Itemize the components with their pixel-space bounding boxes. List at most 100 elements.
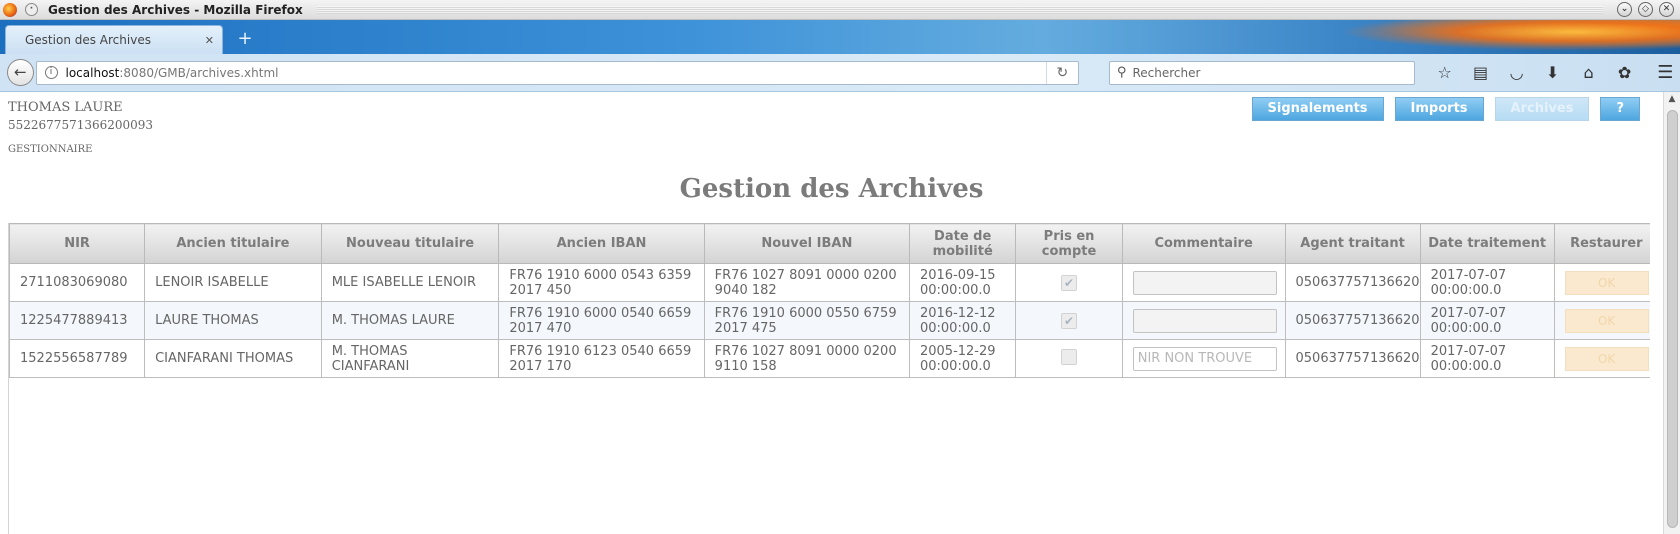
header-agent-traitant[interactable]: Agent traitant [1284, 223, 1421, 264]
header-ancien-iban[interactable]: Ancien IBAN [498, 223, 705, 264]
cell-pris-en-compte: ✔ [1015, 263, 1123, 302]
cell-nouveau-titulaire: M. THOMAS LAURE [320, 301, 500, 340]
cell-restaurer: OK [1553, 263, 1650, 302]
signalements-button[interactable]: Signalements [1251, 97, 1384, 121]
firefox-logo-icon [3, 2, 17, 17]
help-button[interactable]: ? [1600, 97, 1640, 121]
maximize-icon[interactable]: ◇ [1638, 2, 1653, 17]
tab-gestion-archives[interactable]: Gestion des Archives ✕ [5, 25, 223, 54]
table-row: 2711083069080 LENOIR ISABELLE MLE ISABEL… [9, 263, 1650, 302]
tab-strip: Gestion des Archives ✕ + [0, 20, 1680, 54]
close-window-icon[interactable]: ✕ [1659, 2, 1674, 17]
url-path: :8080/GMB/archives.xhtml [119, 65, 279, 80]
download-icon[interactable]: ⬇ [1535, 59, 1571, 87]
search-placeholder: Rechercher [1132, 65, 1201, 80]
commentaire-field[interactable] [1132, 346, 1277, 371]
header-date-traitement[interactable]: Date traitement [1419, 223, 1555, 264]
tab-label: Gestion des Archives [25, 33, 151, 47]
header-date-mobilite[interactable]: Date de mobilité [908, 223, 1017, 264]
header-nouvel-iban[interactable]: Nouvel IBAN [703, 223, 910, 264]
reload-icon[interactable]: ↻ [1045, 61, 1078, 84]
header-commentaire[interactable]: Commentaire [1121, 223, 1286, 264]
extension-icon[interactable]: ✿ [1607, 59, 1643, 87]
search-input[interactable]: ⚲ Rechercher [1108, 60, 1415, 85]
header-ancien-titulaire[interactable]: Ancien titulaire [144, 223, 322, 264]
table-row: 1225477889413 LAURE THOMAS M. THOMAS LAU… [9, 301, 1650, 340]
cell-nouvel-iban: FR76 1027 8091 0000 0200 9040 182 [703, 263, 910, 302]
cell-ancien-titulaire: CIANFARANI THOMAS [144, 339, 322, 378]
cell-date-traitement: 2017-07-07 00:00:00.0 [1419, 339, 1555, 378]
cell-agent-traitant: 0506377571366200 [1284, 263, 1421, 302]
cell-date-mobilite: 2016-09-15 00:00:00.0 [908, 263, 1017, 302]
new-tab-icon[interactable]: + [234, 28, 256, 50]
window-titlebar: · Gestion des Archives - Mozilla Firefox… [0, 0, 1680, 20]
home-icon[interactable]: ⌂ [1571, 59, 1607, 87]
bookmark-star-icon[interactable]: ☆ [1427, 59, 1463, 87]
bookmarks-list-icon[interactable]: ▤ [1463, 59, 1499, 87]
cell-restaurer: OK [1553, 339, 1650, 378]
table-header-row: NIR Ancien titulaire Nouveau titulaire A… [9, 223, 1650, 264]
titlebar-grip [316, 5, 1603, 14]
header-pris-en-compte[interactable]: Pris en compte [1015, 223, 1123, 264]
cell-ancien-iban: FR76 1910 6123 0540 6659 2017 170 [498, 339, 705, 378]
archives-table: NIR Ancien titulaire Nouveau titulaire A… [9, 223, 1650, 378]
hamburger-menu-icon[interactable]: ☰ [1651, 59, 1680, 87]
cell-nouveau-titulaire: MLE ISABELLE LENOIR [320, 263, 500, 302]
site-info-icon[interactable]: i [44, 66, 58, 79]
restaurer-ok-button[interactable]: OK [1564, 270, 1649, 295]
cell-ancien-titulaire: LAURE THOMAS [144, 301, 322, 340]
header-restaurer[interactable]: Restaurer [1553, 223, 1650, 264]
pris-en-compte-checkbox [1061, 348, 1078, 365]
header-nir[interactable]: NIR [9, 223, 146, 264]
commentaire-field[interactable] [1132, 308, 1277, 333]
cell-nouveau-titulaire: M. THOMAS CIANFARANI [320, 339, 500, 378]
cell-pris-en-compte: ✔ [1015, 301, 1123, 340]
pris-en-compte-checkbox: ✔ [1061, 312, 1078, 329]
archives-button: Archives [1494, 97, 1590, 121]
cell-nir: 1522556587789 [9, 339, 146, 378]
cell-pris-en-compte [1015, 339, 1123, 378]
imports-button[interactable]: Imports [1394, 97, 1484, 121]
cell-commentaire [1121, 263, 1286, 302]
cell-commentaire [1121, 339, 1286, 378]
window-title: Gestion des Archives - Mozilla Firefox [48, 2, 303, 17]
cell-ancien-iban: FR76 1910 6000 0540 6659 2017 470 [498, 301, 705, 340]
url-bar[interactable]: i localhost :8080/GMB/archives.xhtml ↻ [35, 60, 1079, 85]
cell-nouvel-iban: FR76 1027 8091 0000 0200 9110 158 [703, 339, 910, 378]
cell-nir: 2711083069080 [9, 263, 146, 302]
pocket-icon[interactable]: ◡ [1499, 59, 1535, 87]
header-nouveau-titulaire[interactable]: Nouveau titulaire [320, 223, 500, 264]
commentaire-field[interactable] [1132, 270, 1277, 295]
cell-date-traitement: 2017-07-07 00:00:00.0 [1419, 301, 1555, 340]
search-icon: ⚲ [1116, 65, 1127, 80]
user-role: GESTIONNAIRE [8, 144, 93, 155]
firefox-theme-artwork [1300, 20, 1680, 54]
restaurer-ok-button[interactable]: OK [1564, 346, 1649, 371]
restaurer-ok-button[interactable]: OK [1564, 308, 1649, 333]
user-id: 5522677571366200093 [8, 118, 154, 132]
cell-nir: 1225477889413 [9, 301, 146, 340]
cell-agent-traitant: 0506377571366200 [1284, 339, 1421, 378]
vertical-scrollbar[interactable]: ▲ [1663, 92, 1680, 534]
minimize-icon[interactable]: ⌄ [1617, 2, 1632, 17]
app-navigation: Signalements Imports Archives ? [1251, 97, 1640, 121]
cell-commentaire [1121, 301, 1286, 340]
cell-ancien-iban: FR76 1910 6000 0543 6359 2017 450 [498, 263, 705, 302]
back-arrow-icon[interactable]: ← [7, 59, 34, 86]
url-host: localhost [65, 65, 120, 80]
scroll-up-arrow-icon[interactable]: ▲ [1667, 95, 1677, 104]
archives-table-container: NIR Ancien titulaire Nouveau titulaire A… [8, 223, 1650, 534]
user-name: THOMAS LAURE [8, 100, 123, 115]
pin-icon[interactable]: · [25, 3, 38, 16]
table-row: 1522556587789 CIANFARANI THOMAS M. THOMA… [9, 339, 1650, 378]
scrollbar-thumb[interactable] [1667, 110, 1678, 528]
cell-nouvel-iban: FR76 1910 6000 0550 6759 2017 475 [703, 301, 910, 340]
tab-close-icon[interactable]: ✕ [205, 34, 214, 47]
page-title: Gestion des Archives [679, 174, 984, 204]
cell-agent-traitant: 0506377571366200 [1284, 301, 1421, 340]
cell-restaurer: OK [1553, 301, 1650, 340]
navigation-bar: ← i localhost :8080/GMB/archives.xhtml ↻… [0, 54, 1680, 92]
page-content: THOMAS LAURE 5522677571366200093 GESTION… [0, 92, 1663, 534]
cell-date-traitement: 2017-07-07 00:00:00.0 [1419, 263, 1555, 302]
pris-en-compte-checkbox: ✔ [1061, 274, 1078, 291]
